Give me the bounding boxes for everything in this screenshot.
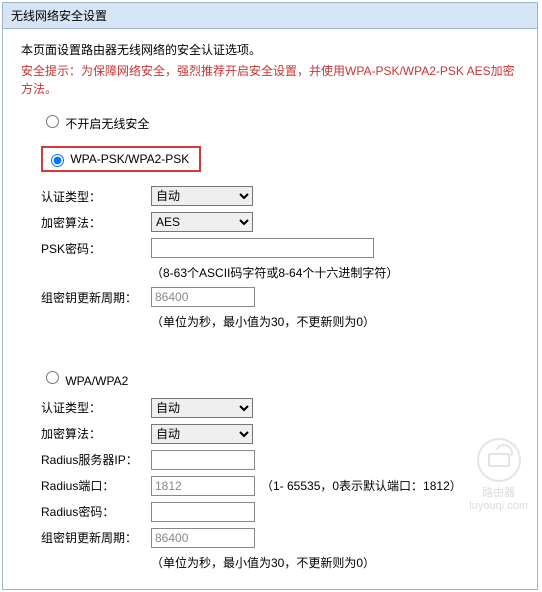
no-security-radio[interactable]	[46, 115, 59, 128]
wpa-encrypt-algo-select[interactable]: 自动	[151, 424, 253, 444]
radius-port-hint: （1- 65535，0表示默认端口：1812）	[261, 477, 462, 494]
radius-pw-label: Radius密码：	[41, 503, 151, 520]
wpa-auth-type-label: 认证类型：	[41, 399, 151, 416]
panel-title: 无线网络安全设置	[3, 3, 537, 29]
psk-hint: （8-63个ASCII码字符或8-64个十六进制字符）	[151, 264, 519, 281]
wpa-psk-label: WPA-PSK/WPA2-PSK	[70, 152, 189, 166]
radius-ip-input[interactable]	[151, 450, 255, 470]
wpa-group-key-interval-label: 组密钥更新周期：	[41, 529, 151, 546]
security-settings-panel: 无线网络安全设置 本页面设置路由器无线网络的安全认证选项。 安全提示：为保障网络…	[2, 2, 538, 590]
radius-pw-input[interactable]	[151, 502, 255, 522]
wpa-section: WPA/WPA2 认证类型： 自动 加密算法： 自动 Radius服务器IP： …	[21, 368, 519, 571]
wpa-group-key-interval-hint: （单位为秒，最小值为30，不更新则为0）	[151, 554, 519, 571]
group-key-interval-label: 组密钥更新周期：	[41, 289, 151, 306]
group-key-interval-input[interactable]	[151, 287, 255, 307]
wpa-psk-section: WPA-PSK/WPA2-PSK 认证类型： 自动 加密算法： AES PSK密…	[21, 140, 519, 330]
radius-port-input[interactable]	[151, 476, 255, 496]
wpa-encrypt-algo-label: 加密算法：	[41, 425, 151, 442]
wpa-psk-highlight: WPA-PSK/WPA2-PSK	[41, 146, 201, 172]
wpa-group-key-interval-input[interactable]	[151, 528, 255, 548]
encrypt-algo-label: 加密算法：	[41, 214, 151, 231]
radius-port-label: Radius端口：	[41, 477, 151, 494]
wpa-label: WPA/WPA2	[65, 374, 128, 388]
psk-password-label: PSK密码：	[41, 240, 151, 257]
no-security-label: 不开启无线安全	[65, 117, 149, 131]
group-key-interval-hint: （单位为秒，最小值为30，不更新则为0）	[151, 313, 519, 330]
no-security-option: 不开启无线安全	[21, 112, 519, 132]
radius-ip-label: Radius服务器IP：	[41, 451, 151, 468]
wpa-psk-radio[interactable]	[51, 154, 64, 167]
wpa-auth-type-select[interactable]: 自动	[151, 398, 253, 418]
intro-text: 本页面设置路由器无线网络的安全认证选项。	[21, 41, 519, 58]
security-warning: 安全提示：为保障网络安全，强烈推荐开启安全设置，并使用WPA-PSK/WPA2-…	[21, 62, 519, 98]
psk-password-input[interactable]	[151, 238, 374, 258]
panel-body: 本页面设置路由器无线网络的安全认证选项。 安全提示：为保障网络安全，强烈推荐开启…	[3, 29, 537, 589]
wpa-radio[interactable]	[46, 371, 59, 384]
auth-type-select[interactable]: 自动	[151, 186, 253, 206]
encrypt-algo-select[interactable]: AES	[151, 212, 253, 232]
auth-type-label: 认证类型：	[41, 188, 151, 205]
